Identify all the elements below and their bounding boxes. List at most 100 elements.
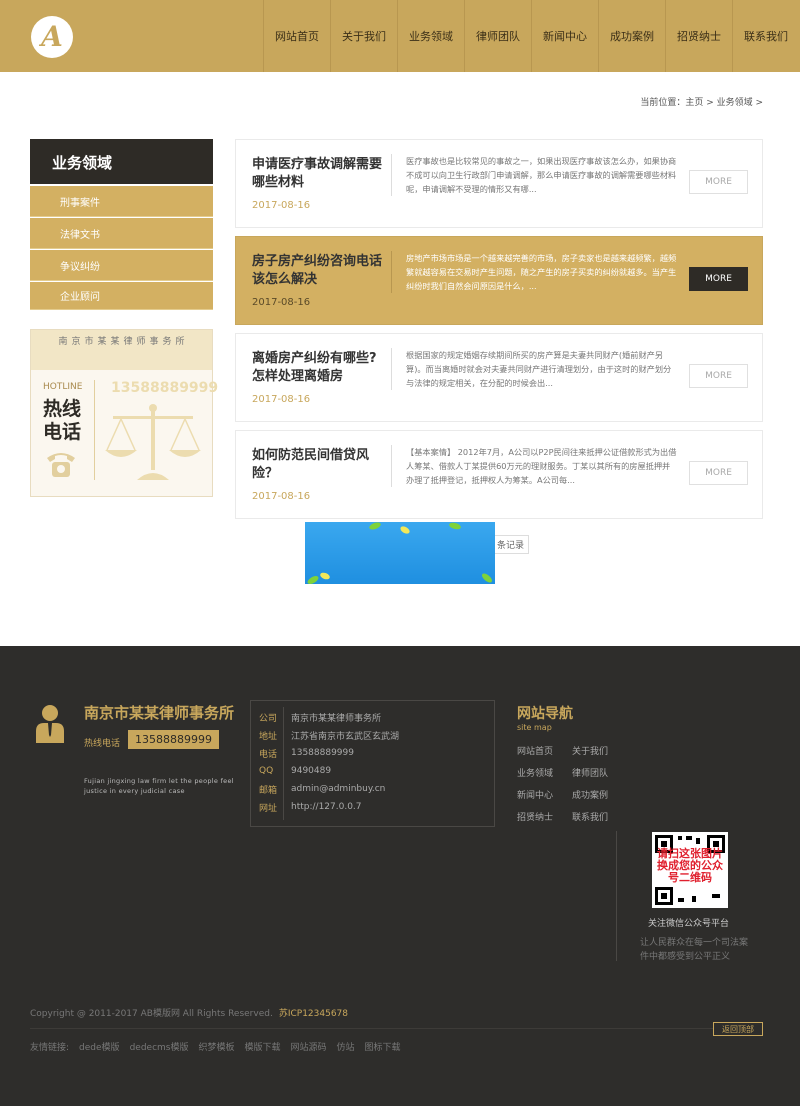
footer-hotline-number: 13588889999 [128, 730, 219, 749]
article-card[interactable]: 申请医疗事故调解需要哪些材料 2017-08-16 医疗事故也是比较常见的事故之… [235, 139, 763, 228]
footer-vertical-divider [616, 831, 617, 961]
nav-item-news[interactable]: 新闻中心 [531, 0, 598, 72]
contact-row-address: 地址 江苏省南京市玄武区玄武湖 [259, 726, 399, 744]
article-date: 2017-08-16 [252, 491, 311, 502]
article-summary: 医疗事故也是比较常见的事故之一，如果出现医疗事故该怎么办，如果协商不成可以向卫生… [406, 156, 677, 194]
contact-key: 公司 [259, 713, 278, 724]
friend-link[interactable]: 图标下载 [365, 1040, 401, 1053]
telephone-icon [43, 448, 79, 484]
justice-scale-icon [103, 402, 203, 486]
friend-links-label: 友情链接: [30, 1043, 70, 1053]
contact-info-box: 公司 南京市某某律师事务所 地址 江苏省南京市玄武区玄武湖 电话 1358888999… [250, 700, 495, 827]
footer-link-about[interactable]: 关于我们 [572, 744, 627, 757]
more-button[interactable]: MORE [689, 461, 748, 485]
contact-key: 电话 [259, 749, 278, 760]
icp-number[interactable]: 苏ICP12345678 [279, 1009, 348, 1019]
contact-key: 网址 [259, 803, 278, 814]
footer-link-business[interactable]: 业务领域 [517, 766, 572, 779]
article-title[interactable]: 申请医疗事故调解需要哪些材料 [252, 156, 382, 192]
footer-hotline-label: 热线电话 [84, 739, 121, 749]
friend-link[interactable]: dede模版 [79, 1040, 120, 1053]
contact-key: 地址 [259, 731, 278, 742]
hotline-title-line2: 电话 [43, 421, 82, 443]
article-date: 2017-08-16 [252, 200, 311, 211]
more-button[interactable]: MORE [689, 267, 748, 291]
footer-link-cases[interactable]: 成功案例 [572, 788, 627, 801]
footer-firm-name: 南京市某某律师事务所 [84, 704, 235, 722]
contact-row-email: 邮箱 admin@adminbuy.cn [259, 780, 385, 798]
nav-item-jobs[interactable]: 招贤纳士 [665, 0, 732, 72]
copyright: Copyright @ 2011-2017 AB模版网 All Rights R… [30, 1006, 348, 1019]
article-title[interactable]: 如何防范民间借贷风险？ [252, 447, 382, 483]
article-title[interactable]: 房子房产纠纷咨询电话该怎么解决 [252, 253, 382, 289]
hotline-divider [94, 380, 95, 480]
footer-link-jobs[interactable]: 招贤纳士 [517, 810, 572, 823]
article-card[interactable]: 如何防范民间借贷风险？ 2017-08-16 【基本案情】 2012年7月，A公… [235, 430, 763, 519]
hotline-title: 热线 电话 [43, 398, 81, 444]
friend-link[interactable]: 模版下载 [244, 1040, 280, 1053]
hotline-box: 南京市某某律师事务所 HOTLINE 热线 电话 13588889999 [30, 329, 218, 497]
friend-link[interactable]: dedecms模版 [130, 1040, 189, 1053]
more-button[interactable]: MORE [689, 364, 748, 388]
nav-item-cases[interactable]: 成功案例 [598, 0, 665, 72]
footer-link-contact[interactable]: 联系我们 [572, 810, 627, 823]
contact-value: 南京市某某律师事务所 [291, 713, 382, 724]
contact-value: 13588889999 [291, 748, 354, 758]
logo-letter: A [41, 20, 63, 53]
contact-value: 江苏省南京市玄武区玄武湖 [291, 731, 400, 742]
qr-description: 让人民群众在每一个司法案件中都感受到公平正义 [640, 938, 749, 962]
hotline-firm-name: 南京市某某律师事务所 [31, 330, 212, 370]
sidebar-title: 业务领域 [30, 139, 213, 184]
sidebar-menu: 刑事案件 法律文书 争议纠纷 企业顾问 [30, 186, 213, 310]
footer-slogan: Fujian jingxing law firm let the people … [84, 777, 234, 795]
friend-link[interactable]: 仿站 [337, 1040, 355, 1053]
qr-caption: 关注微信公众号平台 [648, 919, 730, 929]
sidebar-item-consultant[interactable]: 企业顾问 [30, 282, 213, 310]
site-header: A 网站首页 关于我们 业务领域 律师团队 新闻中心 成功案例 招贤纳士 联系我… [0, 0, 800, 72]
friend-links: 友情链接: dede模版 dedecms模版 织梦模板 模版下载 网站源码 仿站… [30, 1040, 401, 1053]
article-summary: 【基本案情】 2012年7月，A公司以P2P民间往来抵押公证借款形式为出借人筹某… [406, 447, 677, 485]
site-logo[interactable]: A [31, 16, 73, 58]
footer-link-news[interactable]: 新闻中心 [517, 788, 572, 801]
contact-row-website: 网址 http://127.0.0.7 [259, 798, 362, 816]
contact-row-phone: 电话 13588889999 [259, 744, 354, 762]
main-nav: 网站首页 关于我们 业务领域 律师团队 新闻中心 成功案例 招贤纳士 联系我们 [263, 0, 800, 72]
nav-item-business[interactable]: 业务领域 [397, 0, 464, 72]
footer-link-team[interactable]: 律师团队 [572, 766, 627, 779]
hotline-title-line1: 热线 [43, 398, 82, 420]
sidebar-item-criminal[interactable]: 刑事案件 [30, 186, 213, 217]
breadcrumb: 当前位置：主页 > 业务领域 > [640, 98, 763, 108]
friend-link[interactable]: 织梦模板 [198, 1040, 234, 1053]
footer-nav-subtitle: site map [517, 723, 552, 732]
leaves-decoration-icon [307, 522, 492, 584]
article-card[interactable]: 离婚房产纠纷有哪些?怎样处理离婚房 2017-08-16 根据国家的规定婚姻存续… [235, 333, 763, 422]
hotline-number: 13588889999 [111, 380, 219, 396]
friend-link[interactable]: 网站源码 [291, 1040, 327, 1053]
contact-key: QQ [259, 766, 274, 776]
qr-placeholder-text: 请扫这张图片换成您的公众号二维码 [657, 847, 723, 884]
nav-item-about[interactable]: 关于我们 [330, 0, 397, 72]
footer-nav-links: 网站首页 关于我们 业务领域 律师团队 新闻中心 成功案例 招贤纳士 联系我们 [517, 744, 627, 823]
article-summary: 房地产市场市场是一个越来越完善的市场，房子卖家也是越来越频繁，越频繁就越容易在交… [406, 253, 677, 291]
contact-row-company: 公司 南京市某某律师事务所 [259, 708, 381, 726]
sidebar-item-disputes[interactable]: 争议纠纷 [30, 250, 213, 281]
footer-link-home[interactable]: 网站首页 [517, 744, 572, 757]
nav-item-contact[interactable]: 联系我们 [732, 0, 800, 72]
site-footer: 南京市某某律师事务所 热线电话 13588889999 Fujian jingx… [0, 646, 800, 1106]
article-divider [391, 445, 392, 487]
wechat-qr-code: 请扫这张图片换成您的公众号二维码 [652, 832, 728, 908]
contact-value[interactable]: http://127.0.0.7 [291, 802, 362, 812]
contact-value[interactable]: admin@adminbuy.cn [291, 784, 385, 794]
nav-item-team[interactable]: 律师团队 [464, 0, 531, 72]
pagination-info[interactable]: 条记录 [492, 535, 529, 554]
more-button[interactable]: MORE [689, 170, 748, 194]
footer-divider [30, 1028, 763, 1029]
sidebar-item-documents[interactable]: 法律文书 [30, 218, 213, 249]
lawyer-avatar-icon [34, 703, 66, 747]
article-card-active[interactable]: 房子房产纠纷咨询电话该怎么解决 2017-08-16 房地产市场市场是一个越来越… [235, 236, 763, 325]
nav-item-home[interactable]: 网站首页 [263, 0, 330, 72]
floating-ad-banner[interactable] [305, 522, 495, 584]
contact-key: 邮箱 [259, 785, 278, 796]
article-title[interactable]: 离婚房产纠纷有哪些?怎样处理离婚房 [252, 350, 382, 386]
back-to-top-button[interactable]: 返回顶部 [713, 1022, 763, 1036]
